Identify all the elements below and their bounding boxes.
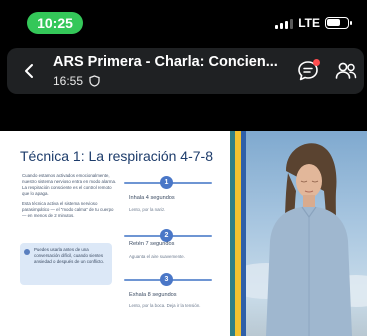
slide-title: Técnica 1: La respiración 4-7-8 <box>20 148 213 164</box>
step-title: Inhala 4 segundos <box>129 195 175 201</box>
battery-level <box>327 19 340 26</box>
shield-icon[interactable] <box>89 75 100 87</box>
meeting-title: ARS Primera - Charla: Concien... <box>53 54 278 70</box>
signal-icon <box>275 18 294 29</box>
step-description: Lento, por la boca. Deja ir la tensión. <box>129 303 201 308</box>
step-title: Exhala 8 segundos <box>129 292 177 298</box>
meeting-elapsed-time: 16:55 <box>53 74 84 88</box>
back-button[interactable] <box>17 59 41 83</box>
intro-paragraph: Cuando estamos activados emocionalmente,… <box>22 173 117 196</box>
status-indicators: LTE <box>275 16 352 30</box>
tip-box: Puedes usarla antes de una conversación … <box>20 243 112 285</box>
step-description: Aguanta el aire suavemente. <box>129 254 185 259</box>
shared-slide[interactable]: Técnica 1: La respiración 4-7-8 Cuando e… <box>0 131 367 336</box>
network-label: LTE <box>298 16 320 30</box>
battery-icon <box>325 17 352 29</box>
step-description: Lento, por la nariz. <box>129 207 166 212</box>
slide-content: Técnica 1: La respiración 4-7-8 Cuando e… <box>0 131 230 336</box>
participants-button[interactable] <box>333 58 359 84</box>
step-number: 3 <box>160 273 173 286</box>
meeting-status: 16:55 <box>53 74 100 88</box>
people-icon <box>335 62 357 79</box>
chat-notification-dot <box>313 59 320 66</box>
step-number: 1 <box>160 176 173 189</box>
step-title: Retén 7 segundos <box>129 241 175 247</box>
status-time[interactable]: 10:25 <box>27 12 83 34</box>
status-bar: 10:25 LTE <box>0 0 367 44</box>
breathing-woman-illustration <box>246 143 367 336</box>
intro-paragraph: Esta técnica activa el sistema nervioso … <box>22 201 114 218</box>
info-icon <box>24 249 30 255</box>
slide-photo <box>246 131 367 336</box>
chat-button[interactable] <box>295 58 321 84</box>
meeting-header: ARS Primera - Charla: Concien... 16:55 <box>7 48 364 94</box>
tip-text: Puedes usarla antes de una conversación … <box>34 247 105 264</box>
slide-intro: Cuando estamos activados emocionalmente,… <box>22 173 118 223</box>
chevron-left-icon <box>25 64 33 78</box>
